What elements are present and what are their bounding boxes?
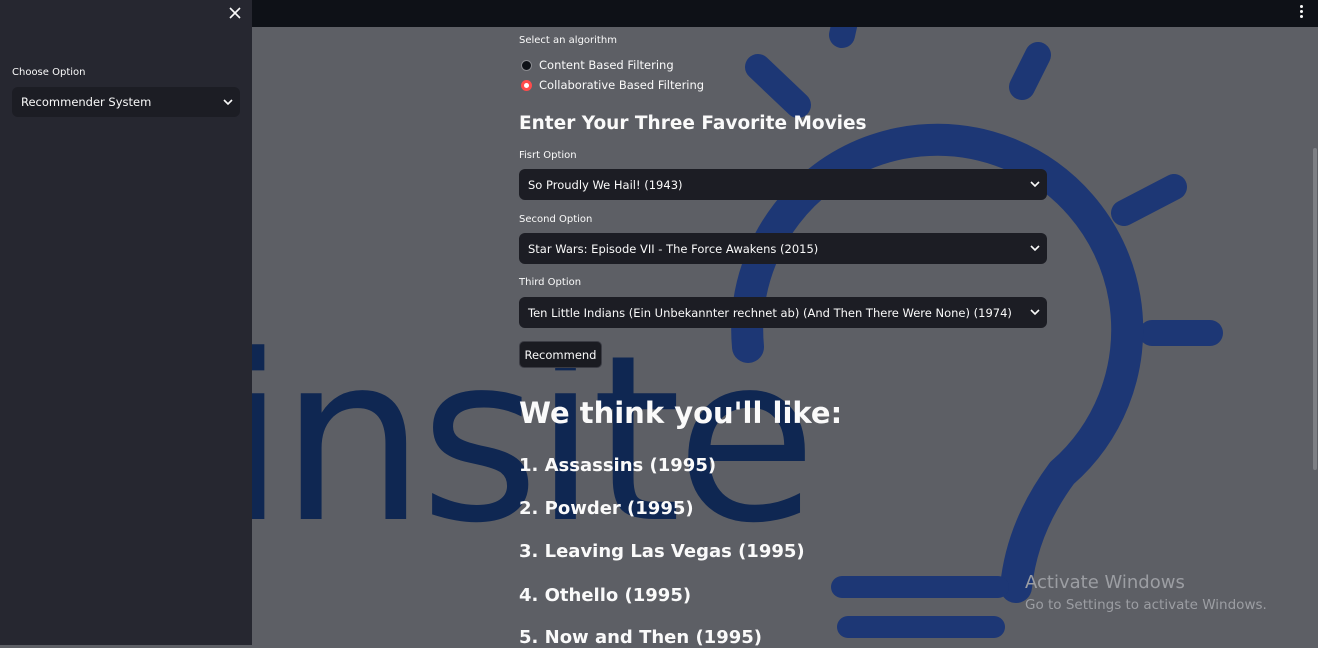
second-option-value: Star Wars: Episode VII - The Force Awake…	[528, 241, 819, 256]
kebab-menu-icon[interactable]	[1294, 3, 1308, 23]
chevron-down-icon	[1023, 181, 1047, 188]
sidebar: Choose Option Recommender System	[0, 0, 252, 645]
recommendation-item: 2. Powder (1995)	[519, 498, 694, 519]
radio-button-selected[interactable]	[521, 79, 532, 91]
favorite-movies-heading: Enter Your Three Favorite Movies	[519, 113, 867, 134]
close-icon[interactable]	[227, 3, 243, 21]
radio-label: Collaborative Based Filtering	[539, 78, 705, 92]
recommend-button[interactable]: Recommend	[519, 341, 602, 368]
chevron-down-icon	[1023, 309, 1047, 316]
choose-option-value: Recommender System	[21, 95, 152, 109]
results-heading: We think you'll like:	[519, 396, 843, 430]
scrollbar[interactable]	[1313, 148, 1317, 470]
second-option-label: Second Option	[519, 214, 593, 225]
choose-option-select[interactable]: Recommender System	[12, 87, 240, 117]
third-option-value: Ten Little Indians (Ein Unbekannter rech…	[528, 305, 1012, 320]
radio-button[interactable]	[521, 59, 532, 71]
radio-label: Content Based Filtering	[539, 58, 674, 72]
recommendation-item: 1. Assassins (1995)	[519, 455, 717, 476]
activate-windows-overlay: Activate Windows Go to Settings to activ…	[1025, 572, 1267, 613]
activate-windows-title: Activate Windows	[1025, 572, 1185, 593]
header-bar	[252, 0, 1318, 27]
first-option-select[interactable]: So Proudly We Hail! (1943)	[519, 169, 1047, 200]
radio-content-based[interactable]: Content Based Filtering	[521, 58, 674, 72]
choose-option-label: Choose Option	[12, 67, 86, 78]
first-option-label: Fisrt Option	[519, 150, 577, 161]
third-option-select[interactable]: Ten Little Indians (Ein Unbekannter rech…	[519, 297, 1047, 328]
recommendation-item: 4. Othello (1995)	[519, 585, 692, 606]
chevron-down-icon	[216, 98, 240, 106]
recommendation-item: 3. Leaving Las Vegas (1995)	[519, 541, 805, 562]
chevron-down-icon	[1023, 245, 1047, 252]
third-option-label: Third Option	[519, 277, 582, 288]
activate-windows-subtitle: Go to Settings to activate Windows.	[1025, 597, 1267, 613]
radio-collaborative-based[interactable]: Collaborative Based Filtering	[521, 78, 704, 92]
first-option-value: So Proudly We Hail! (1943)	[528, 177, 683, 192]
second-option-select[interactable]: Star Wars: Episode VII - The Force Awake…	[519, 233, 1047, 264]
algorithm-label: Select an algorithm	[519, 35, 617, 46]
